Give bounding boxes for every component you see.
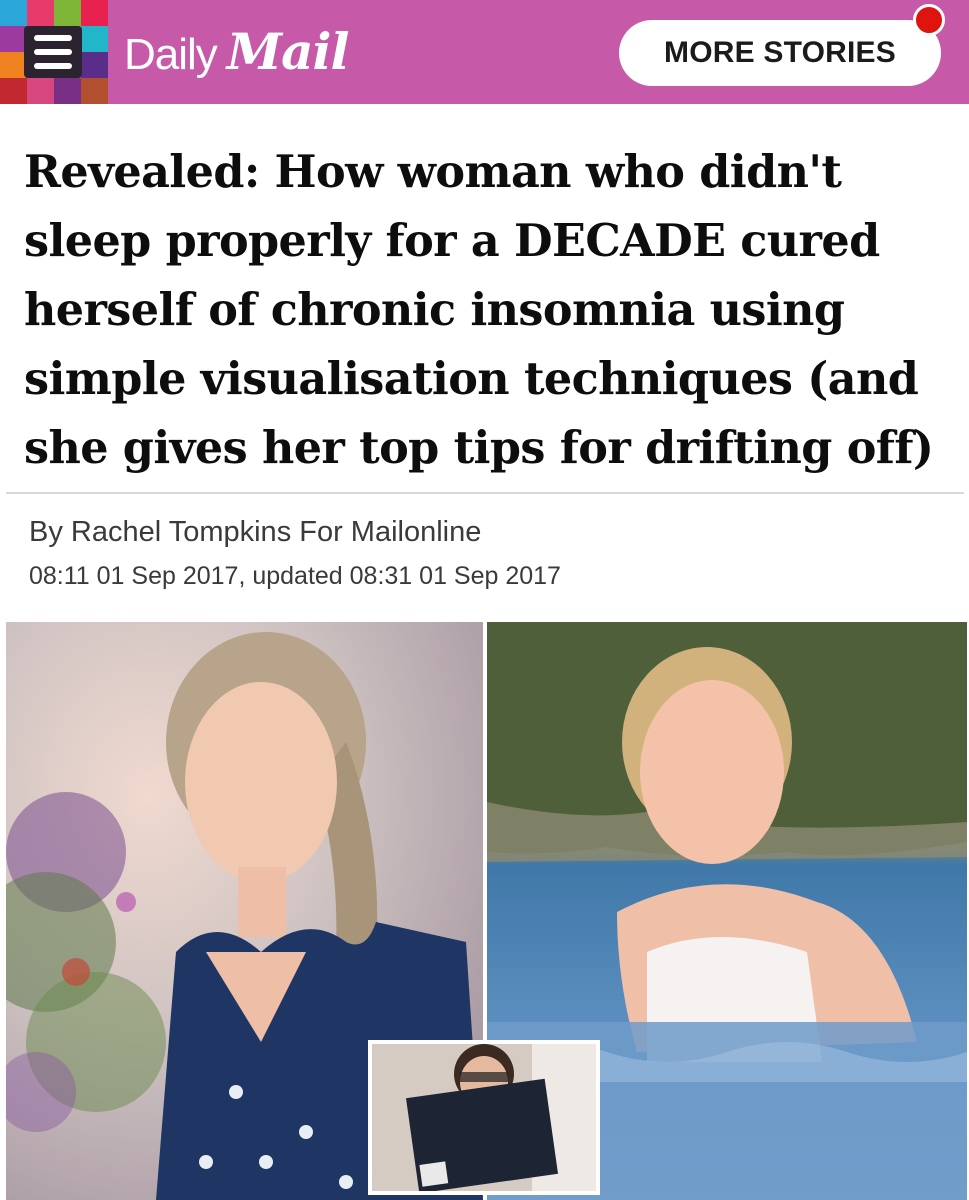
- inset-illustration: [372, 1044, 596, 1191]
- hamburger-menu-icon[interactable]: [24, 26, 82, 78]
- logo-mail-text: Mail: [226, 22, 350, 81]
- article-headline: Revealed: How woman who didn't sleep pro…: [24, 146, 934, 474]
- photo-woman-holding-go-to-sleep-book[interactable]: [368, 1040, 600, 1195]
- menu-button[interactable]: [0, 0, 108, 104]
- headline-divider: [6, 492, 964, 494]
- article-byline[interactable]: By Rachel Tompkins For Mailonline: [29, 516, 481, 549]
- site-header: Daily Mail MORE STORIES: [0, 0, 969, 104]
- site-logo[interactable]: Daily Mail: [124, 22, 350, 82]
- notification-dot-icon: [913, 4, 945, 36]
- logo-daily-text: Daily: [124, 30, 218, 79]
- more-stories-button[interactable]: MORE STORIES: [619, 20, 941, 86]
- article-timestamp: 08:11 01 Sep 2017, updated 08:31 01 Sep …: [29, 562, 561, 590]
